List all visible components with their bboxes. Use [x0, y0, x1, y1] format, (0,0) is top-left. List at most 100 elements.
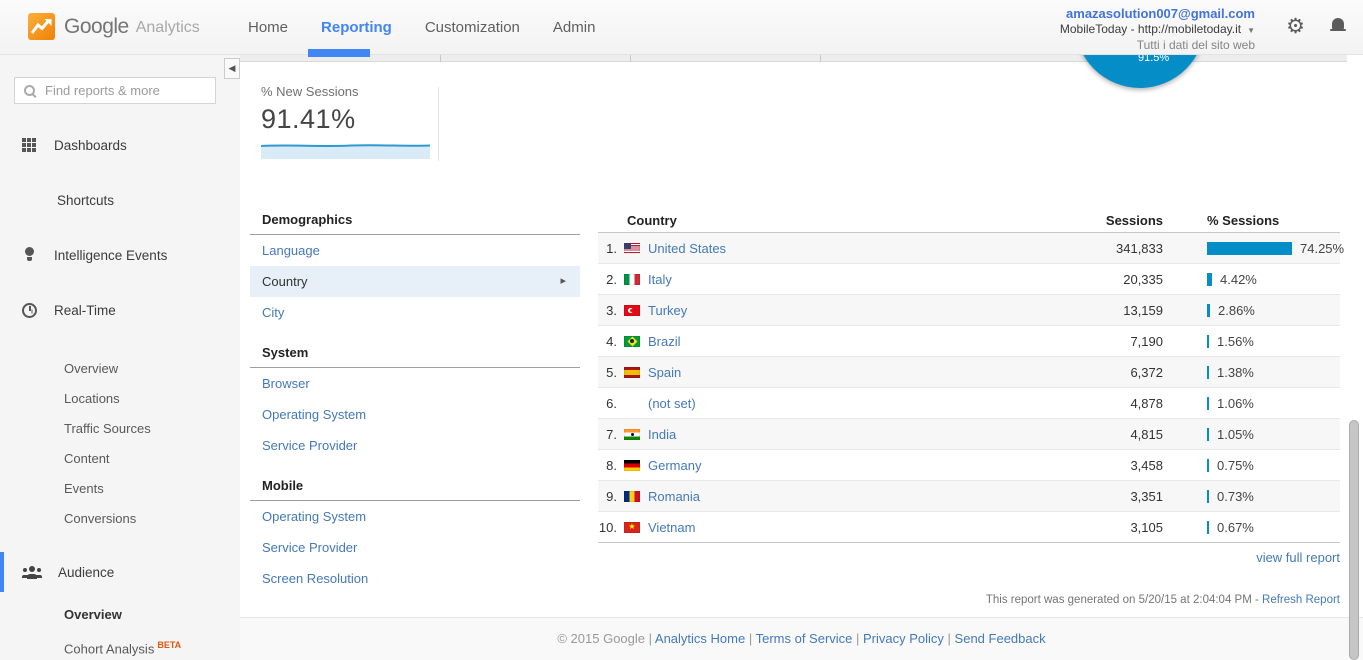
- google-analytics-page: Google Analytics Home Reporting Customizat…: [0, 0, 1363, 660]
- panel-group-title: Mobile: [250, 472, 580, 501]
- row-rank: 4.: [598, 334, 624, 349]
- account-property-text: MobileToday - http://mobiletoday.it: [1060, 22, 1241, 36]
- primary-nav: Home Reporting Customization Admin: [248, 0, 595, 55]
- brazil-flag-icon: [624, 336, 640, 347]
- row-rank: 7.: [598, 427, 624, 442]
- sidebar-item-real-time[interactable]: Real-Time: [22, 299, 240, 321]
- table-row: 4.Brazil7,1901.56%: [598, 326, 1340, 357]
- panel-link-screen-resolution[interactable]: Screen Resolution: [250, 563, 580, 594]
- nav-tab-reporting[interactable]: Reporting: [321, 19, 392, 36]
- sessions-value: 3,351: [1043, 489, 1163, 504]
- sidebar-item-label: Audience: [58, 565, 114, 580]
- logo-product-text: Analytics: [136, 16, 200, 37]
- pct-value: 1.38%: [1217, 365, 1254, 380]
- panel-link-operating-system[interactable]: Operating System: [250, 399, 580, 430]
- property-selector[interactable]: MobileToday - http://mobiletoday.it ▼: [1060, 22, 1255, 38]
- google-analytics-logo[interactable]: Google Analytics: [28, 13, 200, 40]
- search-input[interactable]: [45, 78, 213, 103]
- panel-link-country[interactable]: Country▸: [250, 266, 580, 297]
- pct-bar: [1207, 397, 1209, 410]
- pct-cell: 0.75%: [1207, 458, 1340, 473]
- country-link[interactable]: India: [648, 427, 1043, 442]
- country-link[interactable]: Turkey: [648, 303, 1043, 318]
- panel-link-browser[interactable]: Browser: [250, 368, 580, 399]
- footer-link-analytics-home[interactable]: Analytics Home: [655, 631, 745, 646]
- nav-tab-admin[interactable]: Admin: [553, 19, 596, 36]
- table-header-country: Country: [598, 213, 1043, 228]
- nav-tab-home[interactable]: Home: [248, 19, 288, 36]
- tab-divider: [630, 55, 631, 62]
- panel-group-mobile: Mobile Operating System Service ProviderSc…: [250, 472, 580, 594]
- germany-flag-icon: [624, 460, 640, 471]
- metric-value: 91.41%: [261, 104, 430, 135]
- panel-link-language[interactable]: Language: [250, 235, 580, 266]
- country-link[interactable]: United States: [648, 241, 1043, 256]
- footer-link-terms-of-service[interactable]: Terms of Service: [756, 631, 853, 646]
- sidebar-item-dashboards[interactable]: Dashboards: [22, 134, 240, 156]
- sidebar-collapse-button[interactable]: ◀: [224, 58, 240, 79]
- account-view-name: Tutti i dati del sito web: [1060, 38, 1255, 52]
- tab-divider: [440, 55, 441, 62]
- sidebar-subitem-conversions[interactable]: Conversions: [64, 504, 240, 534]
- panel-link-service-provider[interactable]: Service Provider: [250, 430, 580, 461]
- app-header: Google Analytics Home Reporting Customizat…: [0, 0, 1363, 55]
- country-link[interactable]: (not set): [648, 396, 1043, 411]
- generated-timestamp: This report was generated on 5/20/15 at …: [986, 594, 1259, 606]
- india-flag-icon: [624, 429, 640, 440]
- panel-link-service-provider[interactable]: Service Provider: [250, 532, 580, 563]
- footer-link-send-feedback[interactable]: Send Feedback: [955, 631, 1046, 646]
- row-rank: 5.: [598, 365, 624, 380]
- settings-gear-icon[interactable]: ⚙: [1286, 15, 1305, 39]
- sidebar-subitem-locations[interactable]: Locations: [64, 384, 240, 414]
- chevron-down-icon: ▼: [1247, 26, 1255, 35]
- copyright-text: © 2015 Google: [557, 631, 645, 646]
- country-link[interactable]: Germany: [648, 458, 1043, 473]
- audience-icon: [22, 566, 41, 579]
- real-time-icon: [22, 303, 37, 318]
- active-tab-underline: [308, 49, 370, 57]
- sidebar-item-shortcuts[interactable]: Shortcuts: [22, 189, 240, 211]
- nav-tab-customization[interactable]: Customization: [425, 19, 520, 36]
- table-row: 6.(not set)4,8781.06%: [598, 388, 1340, 419]
- view-full-report-link[interactable]: view full report: [1256, 550, 1340, 565]
- sidebar-item-intelligence-events[interactable]: Intelligence Events: [22, 244, 240, 266]
- sidebar-item-audience[interactable]: Audience: [0, 552, 240, 592]
- footer-link-privacy-policy[interactable]: Privacy Policy: [863, 631, 944, 646]
- pct-cell: 2.86%: [1207, 303, 1340, 318]
- country-link[interactable]: Brazil: [648, 334, 1043, 349]
- panel-link-city[interactable]: City: [250, 297, 580, 328]
- panel-link-label: Country: [262, 274, 308, 289]
- pct-value: 1.05%: [1217, 427, 1254, 442]
- table-row: 7. India4,815 1.05%: [598, 419, 1340, 450]
- row-rank: 8.: [598, 458, 624, 473]
- sidebar-subitem-overview[interactable]: Overview: [64, 600, 240, 630]
- vertical-scrollbar-thumb[interactable]: [1349, 420, 1359, 660]
- pct-bar: [1207, 335, 1209, 348]
- table-body: 1.United States341,83374.25%2.Italy20,33…: [598, 233, 1340, 543]
- country-link[interactable]: Italy: [648, 272, 1043, 287]
- sidebar: ◀ Dashboards Shortcuts Intelligence Events…: [0, 55, 240, 660]
- pct-cell: 4.42%: [1207, 272, 1340, 287]
- table-row: 3.Turkey13,1592.86%: [598, 295, 1340, 326]
- panel-link-label: City: [262, 305, 284, 320]
- sidebar-subitem-content[interactable]: Content: [64, 444, 240, 474]
- sidebar-subitem-overview[interactable]: Overview: [64, 354, 240, 384]
- dashboards-icon: [22, 138, 37, 153]
- account-email-link[interactable]: amazasolution007@gmail.com: [1060, 7, 1255, 21]
- pct-bar: [1207, 242, 1292, 255]
- country-link[interactable]: Spain: [648, 365, 1043, 380]
- sessions-value: 4,815: [1043, 427, 1163, 442]
- country-link[interactable]: Vietnam: [648, 520, 1043, 535]
- sidebar-subitem-traffic-sources[interactable]: Traffic Sources: [64, 414, 240, 444]
- notifications-bell-icon[interactable]: [1330, 18, 1346, 36]
- intelligence-events-icon: [22, 247, 37, 263]
- panel-link-operating-system[interactable]: Operating System: [250, 501, 580, 532]
- sidebar-subitem-cohort-analysis[interactable]: Cohort AnalysisBETA: [64, 630, 240, 660]
- sidebar-item-label: Intelligence Events: [54, 248, 167, 263]
- report-generated-text: This report was generated on 5/20/15 at …: [986, 594, 1340, 606]
- sidebar-subitem-events[interactable]: Events: [64, 474, 240, 504]
- country-link[interactable]: Romania: [648, 489, 1043, 504]
- romania-flag-icon: [624, 491, 640, 502]
- refresh-report-link[interactable]: Refresh Report: [1262, 594, 1340, 606]
- panel-link-label: Operating System: [262, 509, 366, 524]
